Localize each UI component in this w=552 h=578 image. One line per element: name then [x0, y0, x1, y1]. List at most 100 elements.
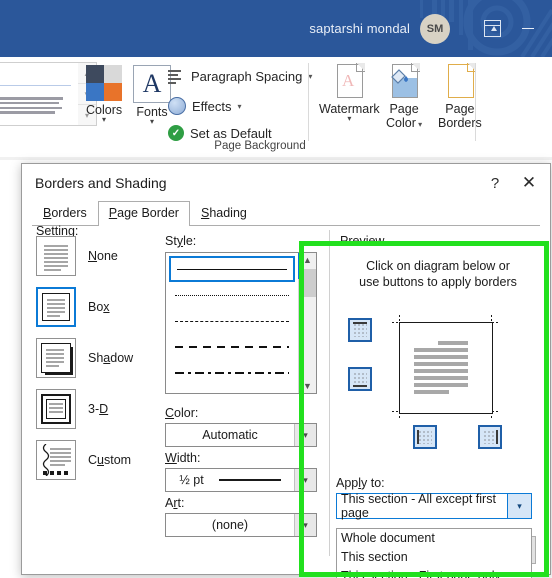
- screen-root: saptarshi mondal SM tle ding 1: [0, 0, 552, 578]
- page-color-label: Page Color ▾: [386, 102, 423, 130]
- minimize-icon[interactable]: [512, 11, 552, 47]
- page-borders-icon: [445, 63, 476, 100]
- page-color-icon: [389, 63, 421, 100]
- tab-page-border[interactable]: Page Border: [97, 201, 190, 226]
- page-preview-text-lines: [414, 341, 482, 397]
- chevron-down-icon[interactable]: ▾: [238, 102, 242, 111]
- setting-shadow-label: Shadow: [88, 351, 134, 365]
- styles-gallery-lines: [0, 97, 67, 116]
- theme-colors-icon: [86, 65, 123, 101]
- width-combobox[interactable]: ½ pt ▾: [165, 468, 317, 492]
- chevron-down-icon[interactable]: ▾: [347, 115, 351, 123]
- scroll-up-icon[interactable]: ▲: [303, 253, 312, 267]
- art-value: (none): [211, 518, 249, 532]
- top-border-button[interactable]: [348, 318, 372, 342]
- chevron-down-icon[interactable]: ▾: [294, 469, 316, 491]
- setting-box-icon: [36, 287, 76, 327]
- right-border-button[interactable]: [478, 425, 502, 449]
- style-label: Style:: [165, 234, 197, 248]
- art-combobox[interactable]: (none) ▾: [165, 513, 317, 537]
- page-border-panel: Setting: None Box Shadow 3-D Custom Styl…: [32, 224, 540, 578]
- paragraph-spacing-icon: [168, 69, 185, 84]
- fonts-button[interactable]: A Fonts ▾: [133, 65, 171, 126]
- setting-item-box[interactable]: Box: [36, 285, 154, 329]
- ribbon: tle ding 1 ▲ ▼ ▾: [0, 57, 552, 158]
- preview-label: Preview: [340, 234, 385, 248]
- scroll-down-icon[interactable]: ▼: [303, 379, 312, 393]
- chevron-down-icon[interactable]: ▾: [150, 118, 154, 126]
- title-bar-right-controls: saptarshi mondal SM: [309, 0, 552, 57]
- setting-none-label: None: [88, 249, 118, 263]
- setting-item-3d[interactable]: 3-D: [36, 387, 154, 431]
- check-circle-icon: ✓: [168, 125, 184, 141]
- width-label: Width:: [165, 451, 201, 465]
- watermark-button[interactable]: A Watermark ▾: [319, 63, 380, 123]
- effects-icon: [168, 97, 186, 115]
- style-option-dashed-small[interactable]: [169, 308, 295, 334]
- left-border-button[interactable]: [413, 425, 437, 449]
- page-preview-diagram[interactable]: [399, 322, 493, 414]
- art-label: Art:: [165, 496, 185, 510]
- apply-to-option-whole-document[interactable]: Whole document: [337, 529, 531, 548]
- preview-hint: Click on diagram below or use buttons to…: [340, 258, 536, 290]
- setting-custom-icon: [36, 440, 76, 480]
- page-background-group-label: Page Background: [214, 140, 306, 152]
- paragraph-spacing-label: Paragraph Spacing: [191, 69, 303, 84]
- ribbon-display-options-icon[interactable]: [472, 11, 512, 47]
- apply-to-option-first-page-only[interactable]: This section - First page only: [337, 567, 531, 578]
- styles-gallery-rule: [0, 85, 71, 86]
- color-combobox[interactable]: Automatic ▾: [165, 423, 317, 447]
- style-list-scrollbar[interactable]: ▲ ▼: [298, 253, 316, 393]
- color-value: Automatic: [202, 428, 258, 442]
- chevron-down-icon[interactable]: ▾: [507, 494, 531, 518]
- style-listbox[interactable]: ▲ ▼: [165, 252, 317, 394]
- ribbon-group-separator-2: [475, 63, 476, 141]
- account-user-name: saptarshi mondal: [309, 21, 410, 36]
- setting-none-icon: [36, 236, 76, 276]
- width-value: ½ pt: [179, 473, 204, 487]
- setting-box-label: Box: [88, 300, 110, 314]
- panel-divider: [329, 230, 330, 556]
- color-label: Color:: [165, 406, 199, 420]
- style-option-solid[interactable]: [169, 256, 295, 282]
- preview-section: Preview Click on diagram below or use bu…: [340, 234, 536, 449]
- tab-borders[interactable]: Borders: [32, 201, 98, 226]
- styles-gallery-preview[interactable]: tle ding 1: [0, 62, 80, 126]
- scrollbar-thumb[interactable]: [299, 269, 316, 297]
- setting-item-none[interactable]: None: [36, 234, 154, 278]
- chevron-down-icon[interactable]: ▾: [294, 424, 316, 446]
- style-option-dash-dot[interactable]: [169, 360, 295, 386]
- chevron-down-icon[interactable]: ▾: [294, 514, 316, 536]
- svg-text:A: A: [342, 71, 355, 90]
- paragraph-spacing-button[interactable]: Paragraph Spacing ▾: [168, 69, 312, 84]
- watermark-icon: A: [334, 63, 366, 100]
- chevron-down-icon[interactable]: ▾: [102, 116, 106, 124]
- apply-to-dropdown-list[interactable]: Whole document This section This section…: [336, 528, 532, 578]
- close-icon[interactable]: ✕: [512, 168, 546, 198]
- preview-hint-line2: use buttons to apply borders: [359, 275, 517, 289]
- preview-hint-line1: Click on diagram below or: [366, 259, 510, 273]
- setting-custom-label: Custom: [88, 453, 132, 467]
- theme-fonts-icon: A: [133, 65, 171, 103]
- style-option-dashed-large[interactable]: [169, 334, 295, 360]
- apply-to-label: Apply to:: [336, 476, 385, 490]
- effects-button[interactable]: Effects ▾: [168, 97, 242, 115]
- avatar[interactable]: SM: [420, 13, 450, 44]
- page-color-button[interactable]: Page Color ▾: [386, 63, 423, 132]
- ruler: [0, 157, 552, 160]
- bottom-border-button[interactable]: [348, 367, 372, 391]
- tab-shading[interactable]: Shading: [190, 201, 258, 226]
- apply-to-option-this-section[interactable]: This section: [337, 548, 531, 567]
- title-bar: saptarshi mondal SM: [0, 0, 552, 57]
- setting-3d-label: 3-D: [88, 402, 109, 416]
- preview-diagram-stage[interactable]: [340, 294, 536, 474]
- apply-to-combobox[interactable]: This section - All except first page ▾: [336, 492, 532, 520]
- preview-header: Preview: [340, 234, 536, 248]
- set-as-default-button[interactable]: ✓ Set as Default: [168, 125, 272, 141]
- colors-button[interactable]: Colors ▾: [86, 65, 122, 124]
- setting-item-custom[interactable]: Custom: [36, 438, 154, 482]
- setting-item-shadow[interactable]: Shadow: [36, 336, 154, 380]
- style-option-dotted[interactable]: [169, 282, 295, 308]
- help-icon[interactable]: ?: [478, 168, 512, 198]
- set-as-default-label: Set as Default: [190, 125, 272, 141]
